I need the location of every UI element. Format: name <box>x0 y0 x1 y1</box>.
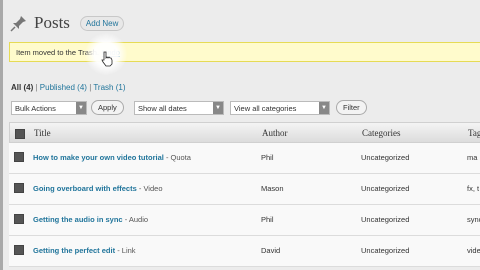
apply-button[interactable]: Apply <box>91 100 124 115</box>
row-checkbox[interactable] <box>14 183 24 193</box>
table-row: How to make your own video tutorial - Qu… <box>9 143 480 174</box>
table-row: Getting the audio in sync - Audio Phil U… <box>9 205 480 236</box>
post-author[interactable]: Mason <box>261 184 284 193</box>
add-new-button[interactable]: Add New <box>79 15 125 31</box>
dates-select[interactable]: Show all dates ▼ <box>134 101 224 115</box>
chevron-down-icon: ▼ <box>213 102 223 114</box>
post-category[interactable]: Uncategorized <box>361 215 409 224</box>
status-filter-links: All (4) | Published (4) | Trash (1) <box>11 83 126 92</box>
pushpin-icon <box>10 14 28 32</box>
post-title-link[interactable]: How to make your own video tutorial - Qu… <box>33 153 191 162</box>
post-tags[interactable]: sync <box>467 215 480 224</box>
post-author[interactable]: Phil <box>261 215 274 224</box>
table-row: Going overboard with effects - Video Mas… <box>9 174 480 205</box>
admin-sidebar-edge <box>0 0 3 270</box>
chevron-down-icon: ▼ <box>319 102 329 114</box>
post-title-link[interactable]: Going overboard with effects - Video <box>33 184 163 193</box>
hand-cursor-icon <box>101 51 113 67</box>
chevron-down-icon: ▼ <box>76 102 86 114</box>
row-checkbox[interactable] <box>14 245 24 255</box>
row-checkbox[interactable] <box>14 214 24 224</box>
page-title: Posts <box>34 13 70 32</box>
post-title-link[interactable]: Getting the audio in sync - Audio <box>33 215 148 224</box>
post-author[interactable]: Phil <box>261 153 274 162</box>
notice-text: Item moved to the Trash. <box>16 47 99 57</box>
filter-all[interactable]: All (4) <box>11 83 33 92</box>
post-title-link[interactable]: Getting the perfect edit - Link <box>33 246 136 255</box>
post-category[interactable]: Uncategorized <box>361 153 409 162</box>
filter-published[interactable]: Published (4) <box>40 83 87 92</box>
post-category[interactable]: Uncategorized <box>361 246 409 255</box>
select-all-checkbox[interactable] <box>15 129 25 139</box>
categories-select[interactable]: View all categories ▼ <box>230 101 330 115</box>
table-row: Getting the perfect edit - Link David Un… <box>9 236 480 267</box>
column-tags: Tag <box>468 128 480 138</box>
post-author[interactable]: David <box>261 246 280 255</box>
filter-trash[interactable]: Trash (1) <box>93 83 125 92</box>
table-header: Title Author Categories Tag <box>9 122 480 143</box>
post-tags[interactable]: fx, t <box>467 184 479 193</box>
bulk-actions-select[interactable]: Bulk Actions ▼ <box>11 101 87 115</box>
row-checkbox[interactable] <box>14 152 24 162</box>
page-header: Posts Add New <box>10 10 125 36</box>
column-title[interactable]: Title <box>34 128 51 138</box>
post-category[interactable]: Uncategorized <box>361 184 409 193</box>
trash-notice: Item moved to the Trash. Undo <box>9 42 480 62</box>
filter-button[interactable]: Filter <box>336 100 367 115</box>
column-categories: Categories <box>362 128 401 138</box>
column-author: Author <box>262 128 288 138</box>
post-tags[interactable]: vide <box>467 246 480 255</box>
post-tags[interactable]: ma <box>467 153 477 162</box>
